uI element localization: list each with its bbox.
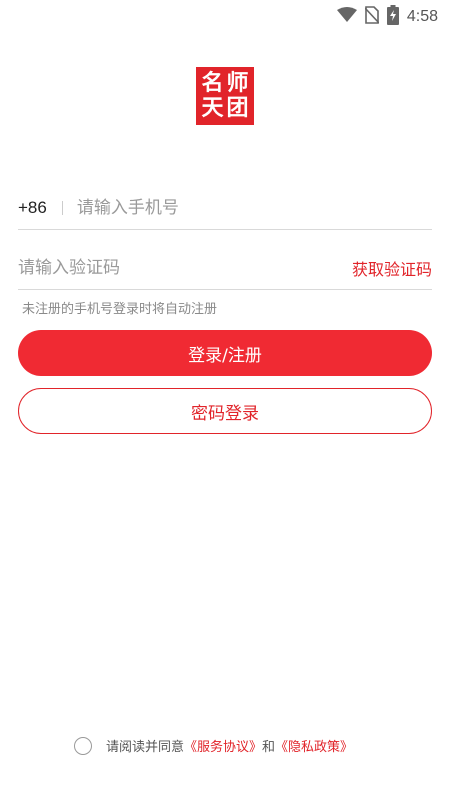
agreement-conjunction: 和 xyxy=(262,740,276,755)
get-code-button[interactable]: 获取验证码 xyxy=(352,256,432,280)
no-sim-icon xyxy=(364,6,380,28)
wifi-icon xyxy=(336,7,357,27)
agreement: 请阅读并同意 《服务协议》 和 《隐私政策》 xyxy=(74,736,353,755)
code-input[interactable] xyxy=(18,257,352,278)
status-bar: 4:58 xyxy=(0,0,450,32)
login-register-button[interactable]: 登录/注册 xyxy=(18,330,432,376)
logo-char: 天 xyxy=(201,96,224,121)
app-logo: 名 师 天 团 xyxy=(196,67,254,125)
phone-row: +86 xyxy=(18,186,432,230)
status-icons: 4:58 xyxy=(336,5,438,29)
status-time: 4:58 xyxy=(406,8,438,25)
logo-char: 师 xyxy=(226,71,249,96)
service-agreement-link[interactable]: 《服务协议》 xyxy=(184,736,262,755)
agreement-radio[interactable] xyxy=(74,736,92,755)
code-row: 获取验证码 xyxy=(18,246,432,290)
auto-register-hint: 未注册的手机号登录时将自动注册 xyxy=(22,302,218,317)
divider xyxy=(61,200,63,215)
agreement-prefix: 请阅读并同意 xyxy=(106,740,185,755)
privacy-policy-link[interactable]: 《隐私政策》 xyxy=(275,736,353,755)
logo-char: 团 xyxy=(226,96,249,121)
phone-input[interactable] xyxy=(76,197,432,218)
password-login-button[interactable]: 密码登录 xyxy=(18,388,432,434)
battery-charging-icon xyxy=(386,5,399,29)
country-code[interactable]: +86 xyxy=(18,198,47,218)
logo-char: 名 xyxy=(201,71,224,96)
